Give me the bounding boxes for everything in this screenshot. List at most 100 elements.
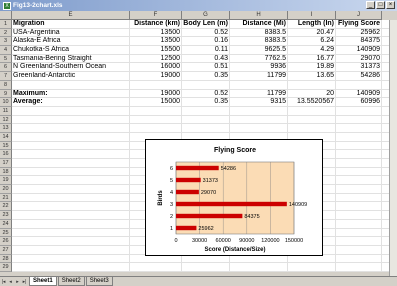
cell[interactable]	[12, 245, 130, 255]
cell[interactable]	[12, 219, 130, 229]
cell[interactable]	[288, 124, 336, 133]
row-number[interactable]: 7	[0, 72, 12, 81]
cell[interactable]: 0.43	[182, 54, 230, 64]
cell[interactable]: 15000	[130, 98, 182, 107]
row-number[interactable]: 2	[0, 28, 12, 38]
cell[interactable]	[12, 106, 130, 116]
column-header[interactable]: G	[182, 11, 230, 20]
cell[interactable]: Migration	[12, 20, 130, 29]
cell[interactable]	[130, 263, 182, 272]
flying-score-chart[interactable]: 0 30000 60000 90000 120000 150000 1 25962 2 84375…	[145, 139, 323, 256]
cell[interactable]	[130, 80, 182, 90]
row-number[interactable]: 13	[0, 124, 12, 133]
cell[interactable]: 20	[288, 89, 336, 99]
cell[interactable]	[12, 263, 130, 272]
cell[interactable]: 0.35	[182, 72, 230, 81]
cell[interactable]	[130, 115, 182, 125]
cell[interactable]	[130, 124, 182, 133]
cell[interactable]: 9625.5	[230, 46, 288, 55]
cell[interactable]	[336, 202, 382, 212]
row-number[interactable]: 14	[0, 132, 12, 142]
cell[interactable]: Maximum:	[12, 89, 130, 99]
cell[interactable]: 19000	[130, 72, 182, 81]
cell[interactable]: 54286	[336, 72, 382, 81]
cell[interactable]	[230, 124, 288, 133]
cell[interactable]	[182, 115, 230, 125]
cell[interactable]: Chukotka-S Africa	[12, 46, 130, 55]
cell[interactable]	[12, 132, 130, 142]
cell[interactable]	[12, 141, 130, 151]
cell[interactable]: 13.5520567	[288, 98, 336, 107]
cell[interactable]: 6.24	[288, 37, 336, 47]
cell[interactable]	[12, 167, 130, 177]
cell[interactable]	[336, 237, 382, 246]
cell[interactable]	[182, 124, 230, 133]
cell[interactable]: 8383.5	[230, 37, 288, 47]
cell[interactable]: 11799	[230, 72, 288, 81]
column-header[interactable]: J	[336, 11, 382, 20]
row-number[interactable]: 29	[0, 263, 12, 272]
cell[interactable]: 140909	[336, 46, 382, 55]
row-number[interactable]: 6	[0, 63, 12, 73]
select-all-corner[interactable]	[0, 11, 12, 20]
cell[interactable]	[182, 80, 230, 90]
row-number[interactable]: 15	[0, 141, 12, 151]
cell[interactable]	[336, 167, 382, 177]
cell[interactable]	[288, 115, 336, 125]
cell[interactable]: 16000	[130, 63, 182, 73]
cell[interactable]	[336, 106, 382, 116]
column-header[interactable]: H	[230, 11, 288, 20]
cell[interactable]	[336, 228, 382, 238]
row-number[interactable]: 16	[0, 150, 12, 159]
tab-sheet3[interactable]: Sheet3	[85, 277, 113, 286]
row-number[interactable]: 8	[0, 80, 12, 90]
cell[interactable]: 31373	[336, 63, 382, 73]
row-number[interactable]: 25	[0, 228, 12, 238]
cell[interactable]: 25962	[336, 28, 382, 38]
prev-sheet-button[interactable]: ◂	[7, 278, 14, 286]
cell[interactable]: 140909	[336, 89, 382, 99]
row-number[interactable]: 26	[0, 237, 12, 246]
minimize-button[interactable]: _	[366, 1, 375, 9]
row-number[interactable]: 23	[0, 211, 12, 220]
cell[interactable]	[336, 150, 382, 159]
cell[interactable]: Tasmania-Bering Straight	[12, 54, 130, 64]
cell[interactable]	[336, 141, 382, 151]
cell[interactable]	[12, 254, 130, 264]
cell[interactable]: 15500	[130, 46, 182, 55]
cell[interactable]	[336, 211, 382, 220]
row-number[interactable]: 20	[0, 185, 12, 194]
cell[interactable]	[12, 237, 130, 246]
cell[interactable]: 0.52	[182, 89, 230, 99]
row-number[interactable]: 4	[0, 46, 12, 55]
cell[interactable]	[336, 185, 382, 194]
cell[interactable]: 84375	[336, 37, 382, 47]
maximize-button[interactable]: □	[376, 1, 385, 9]
cell[interactable]	[12, 150, 130, 159]
cell[interactable]: 16.77	[288, 54, 336, 64]
cell[interactable]: 20.47	[288, 28, 336, 38]
cell[interactable]: Greenland-Antarctic	[12, 72, 130, 81]
row-number[interactable]: 28	[0, 254, 12, 264]
cell[interactable]: 7762.5	[230, 54, 288, 64]
cell[interactable]: Length (In)	[288, 20, 336, 29]
first-sheet-button[interactable]: |◂	[0, 278, 7, 286]
cell[interactable]	[230, 263, 288, 272]
column-header[interactable]: E	[12, 11, 130, 20]
cell[interactable]	[12, 193, 130, 203]
cell[interactable]: 9315	[230, 98, 288, 107]
cell[interactable]: 19.89	[288, 63, 336, 73]
cell[interactable]: Average:	[12, 98, 130, 107]
cell[interactable]	[336, 254, 382, 264]
cell[interactable]: 29070	[336, 54, 382, 64]
row-number[interactable]: 27	[0, 245, 12, 255]
cell[interactable]	[12, 202, 130, 212]
cell[interactable]: N Greenland-Southern Ocean	[12, 63, 130, 73]
cell[interactable]: 0.11	[182, 46, 230, 55]
row-number[interactable]: 24	[0, 219, 12, 229]
cell[interactable]	[336, 132, 382, 142]
row-number[interactable]: 3	[0, 37, 12, 47]
column-header[interactable]: F	[130, 11, 182, 20]
row-number[interactable]: 21	[0, 193, 12, 203]
row-number[interactable]: 18	[0, 167, 12, 177]
